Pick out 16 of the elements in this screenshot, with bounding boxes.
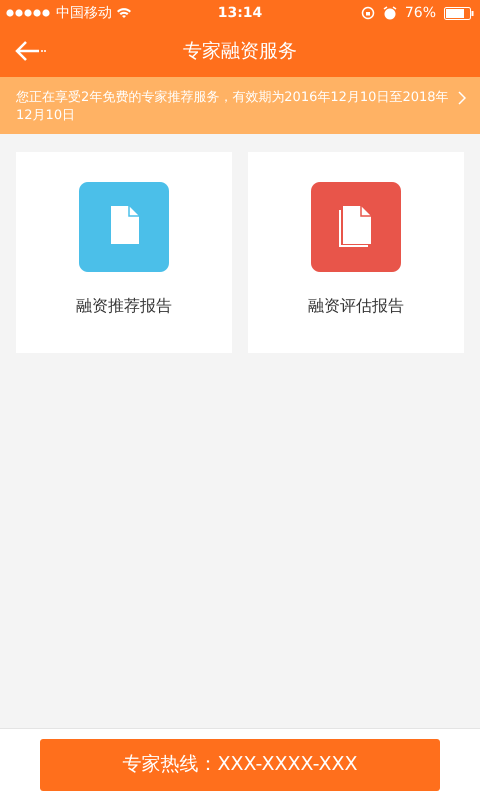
- report-card[interactable]: 融资推荐报告: [16, 152, 232, 354]
- carrier-name: 中国移动: [56, 4, 112, 22]
- notice-text: 您正在享受2年免费的专家推荐服务，有效期为2016年12月10日至2018年12月10日: [16, 90, 449, 123]
- card-label: 融资推荐报告: [76, 295, 172, 318]
- clock-time: 13:14: [218, 4, 262, 22]
- page-title: 专家融资服务: [183, 39, 297, 64]
- wifi-icon: [116, 7, 132, 19]
- battery-percent: 76%: [404, 4, 436, 22]
- alarm-icon: [382, 6, 397, 20]
- signal-icon: [6, 9, 52, 17]
- report-card[interactable]: 融资评估报告: [248, 152, 464, 354]
- rotation-lock-icon: [360, 6, 375, 20]
- back-button[interactable]: [14, 38, 48, 62]
- chevron-right-icon: [458, 91, 466, 105]
- card-label: 融资评估报告: [308, 295, 404, 318]
- battery-icon: [444, 6, 474, 20]
